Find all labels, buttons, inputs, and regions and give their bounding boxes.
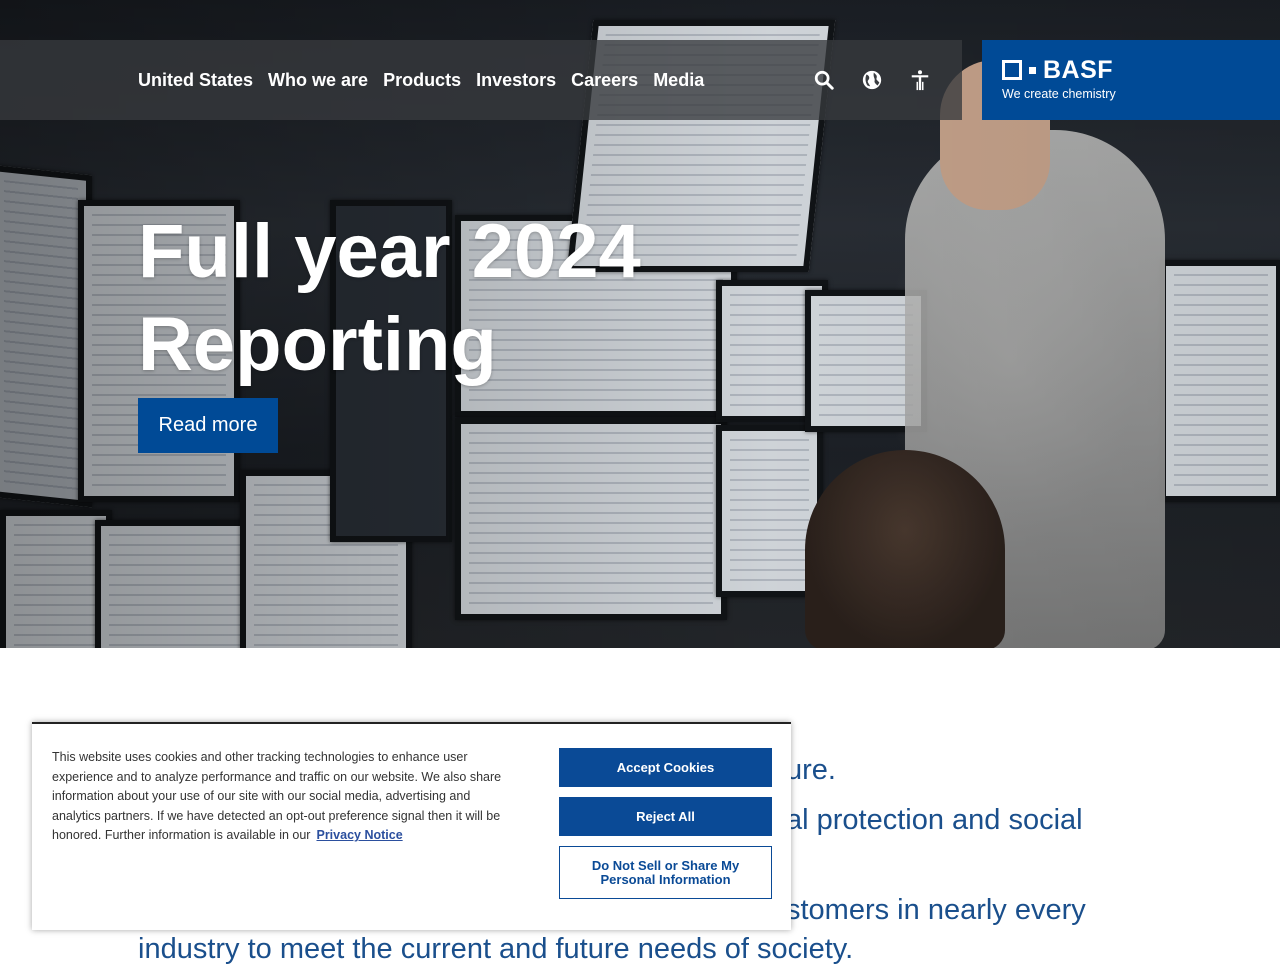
read-more-button[interactable]: Read more <box>138 398 278 453</box>
nav-item-media[interactable]: Media <box>653 70 704 91</box>
nav-item-careers[interactable]: Careers <box>571 70 638 91</box>
cookie-banner: This website uses cookies and other trac… <box>32 722 791 930</box>
nav-item-products[interactable]: Products <box>383 70 461 91</box>
accept-cookies-button[interactable]: Accept Cookies <box>559 748 772 787</box>
cookie-message-text: This website uses cookies and other trac… <box>52 750 502 843</box>
privacy-notice-link[interactable]: Privacy Notice <box>316 828 402 842</box>
nav-links: United States Who we are Products Invest… <box>138 40 719 120</box>
hero-title-line1: Full year 2024 <box>138 209 641 294</box>
nav-item-who-we-are[interactable]: Who we are <box>268 70 368 91</box>
nav-item-united-states[interactable]: United States <box>138 70 253 91</box>
nav-icons <box>812 40 956 120</box>
logo-square-icon <box>1002 60 1022 80</box>
intro-line-4: industry to meet the current and future … <box>138 933 854 965</box>
cookie-message: This website uses cookies and other trac… <box>52 748 514 846</box>
logo-tagline: We create chemistry <box>1002 87 1116 101</box>
hero-title: Full year 2024 Reporting <box>138 205 758 391</box>
basf-logo[interactable]: BASF We create chemistry <box>982 40 1280 120</box>
logo-wordmark: BASF <box>1043 56 1114 84</box>
reject-all-button[interactable]: Reject All <box>559 797 772 836</box>
hero-title-line2: Reporting <box>138 302 497 387</box>
do-not-sell-button[interactable]: Do Not Sell or Share My Personal Informa… <box>559 846 772 899</box>
search-icon[interactable] <box>812 68 836 92</box>
globe-icon[interactable] <box>860 68 884 92</box>
main-navigation: United States Who we are Products Invest… <box>0 40 962 120</box>
accessibility-icon[interactable] <box>908 68 932 92</box>
logo-mark: BASF <box>1002 56 1114 84</box>
nav-item-investors[interactable]: Investors <box>476 70 556 91</box>
logo-dot-icon <box>1029 66 1036 74</box>
